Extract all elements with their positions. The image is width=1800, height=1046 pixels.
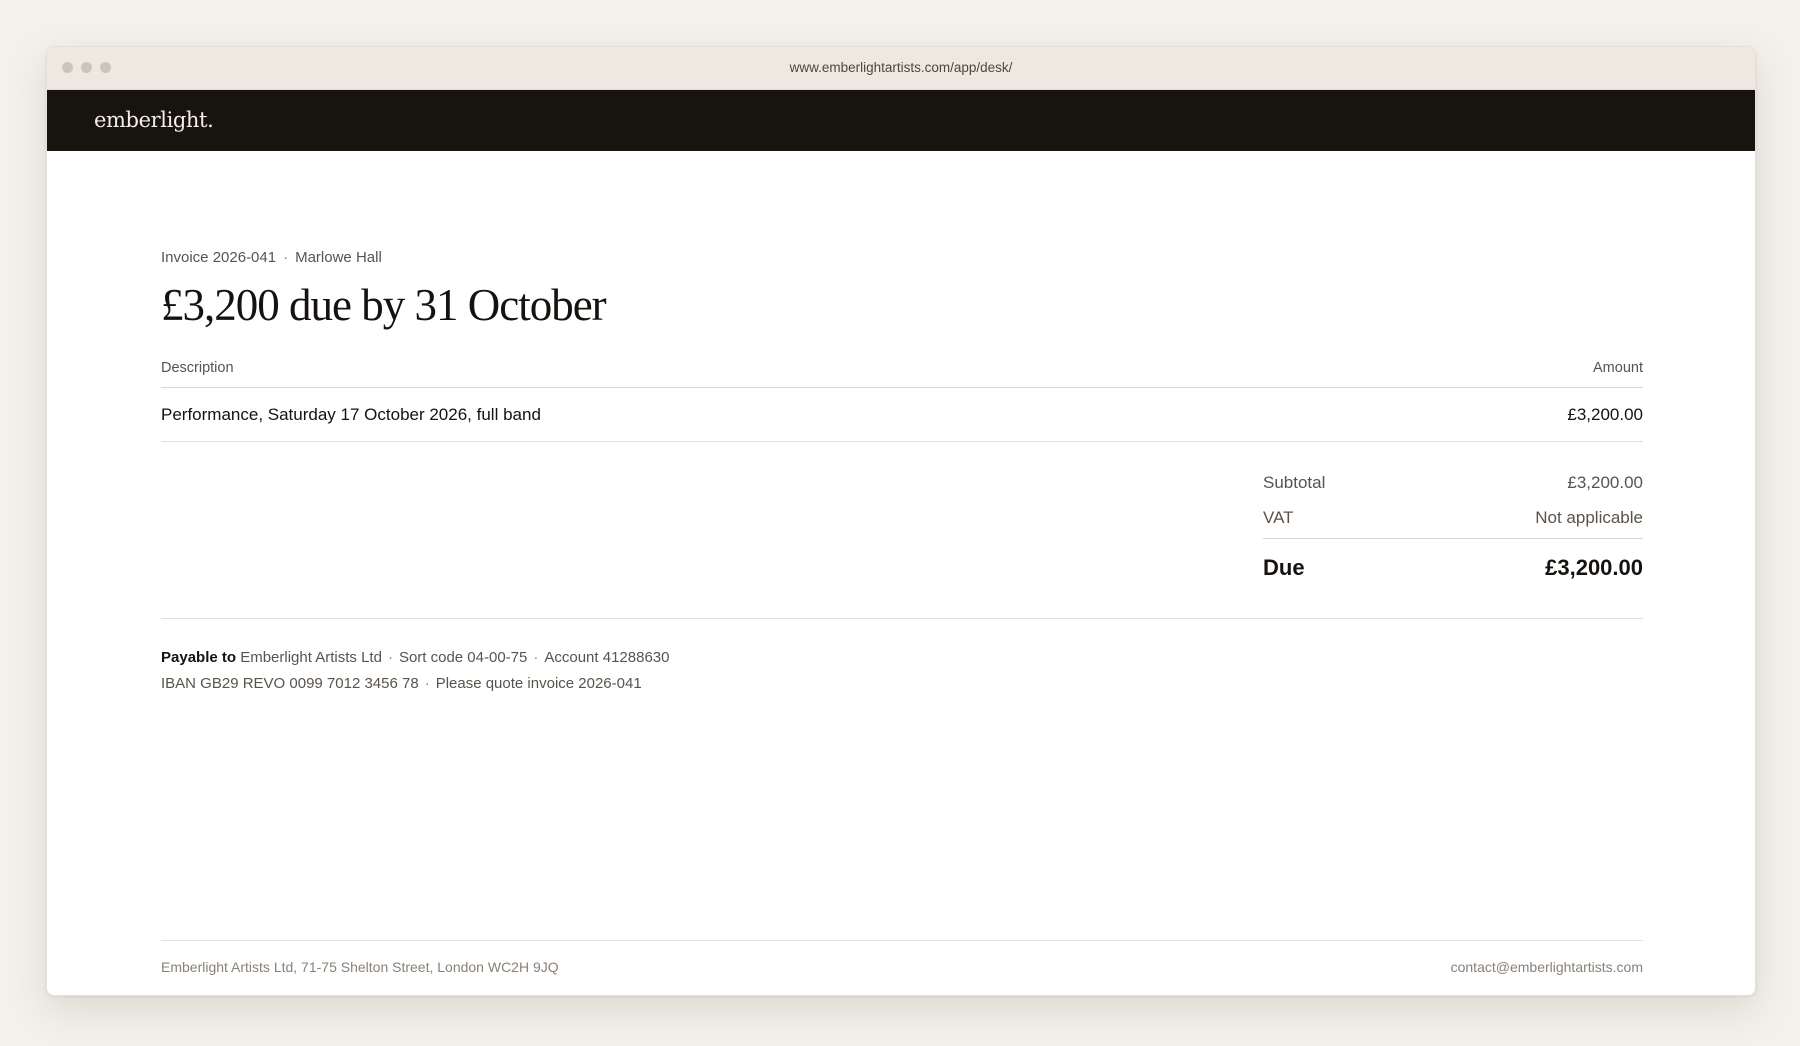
client-name: Marlowe Hall: [295, 249, 382, 266]
totals-divider: [1263, 538, 1643, 539]
line-items-header: Description Amount: [161, 355, 1643, 388]
subtotal-value: £3,200.00: [1567, 473, 1643, 492]
section-divider: [161, 618, 1643, 619]
footer-email-link[interactable]: contact@emberlightartists.com: [1451, 959, 1643, 975]
breadcrumb: Invoice 2026-041 · Marlowe Hall: [161, 249, 382, 266]
browser-titlebar: www.emberlightartists.com/app/desk/: [47, 47, 1755, 90]
payable-to-label: Payable to: [161, 649, 237, 666]
due-label: Due: [1263, 555, 1305, 580]
payment-separator: ·: [533, 649, 539, 666]
vat-label: VAT: [1263, 508, 1294, 527]
footer-divider: [161, 940, 1643, 941]
payment-separator: ·: [424, 675, 430, 692]
payment-line-2: IBAN GB29 REVO 0099 7012 3456 78 · Please …: [161, 671, 669, 697]
footer-address: Emberlight Artists Ltd, 71-75 Shelton St…: [161, 959, 559, 975]
table-row: Performance, Saturday 17 October 2026, f…: [161, 388, 1643, 442]
column-header-amount: Amount: [1593, 360, 1643, 376]
address-bar-url[interactable]: www.emberlightartists.com/app/desk/: [47, 60, 1755, 75]
browser-window: www.emberlightartists.com/app/desk/ embe…: [46, 46, 1756, 996]
due-value: £3,200.00: [1545, 555, 1643, 580]
vat-value: Not applicable: [1535, 508, 1643, 527]
account-number: Account 41288630: [544, 649, 670, 666]
payment-details: Payable to Emberlight Artists Ltd · Sort c…: [161, 645, 669, 697]
emberlight-logo[interactable]: emberlight.: [94, 108, 214, 132]
brand-header: emberlight.: [47, 90, 1755, 151]
payment-separator: ·: [387, 649, 393, 666]
payment-line-1: Payable to Emberlight Artists Ltd · Sort c…: [161, 645, 669, 671]
invoice-content: Invoice 2026-041 · Marlowe Hall £3,200 due…: [161, 151, 1643, 995]
payee-name: Emberlight Artists Ltd: [240, 649, 382, 666]
sort-code: Sort code 04-00-75: [398, 649, 528, 666]
page-title: £3,200 due by 31 October: [161, 280, 607, 330]
breadcrumb-separator: ·: [283, 249, 289, 266]
invoice-number: Invoice 2026-041: [161, 249, 277, 266]
subtotal-label: Subtotal: [1263, 473, 1326, 492]
line-item-description: Performance, Saturday 17 October 2026, f…: [161, 405, 541, 424]
column-header-description: Description: [161, 360, 234, 376]
reference-note: Please quote invoice 2026-041: [435, 675, 642, 692]
iban: IBAN GB29 REVO 0099 7012 3456 78: [161, 675, 419, 692]
line-item-amount: £3,200.00: [1567, 405, 1643, 424]
